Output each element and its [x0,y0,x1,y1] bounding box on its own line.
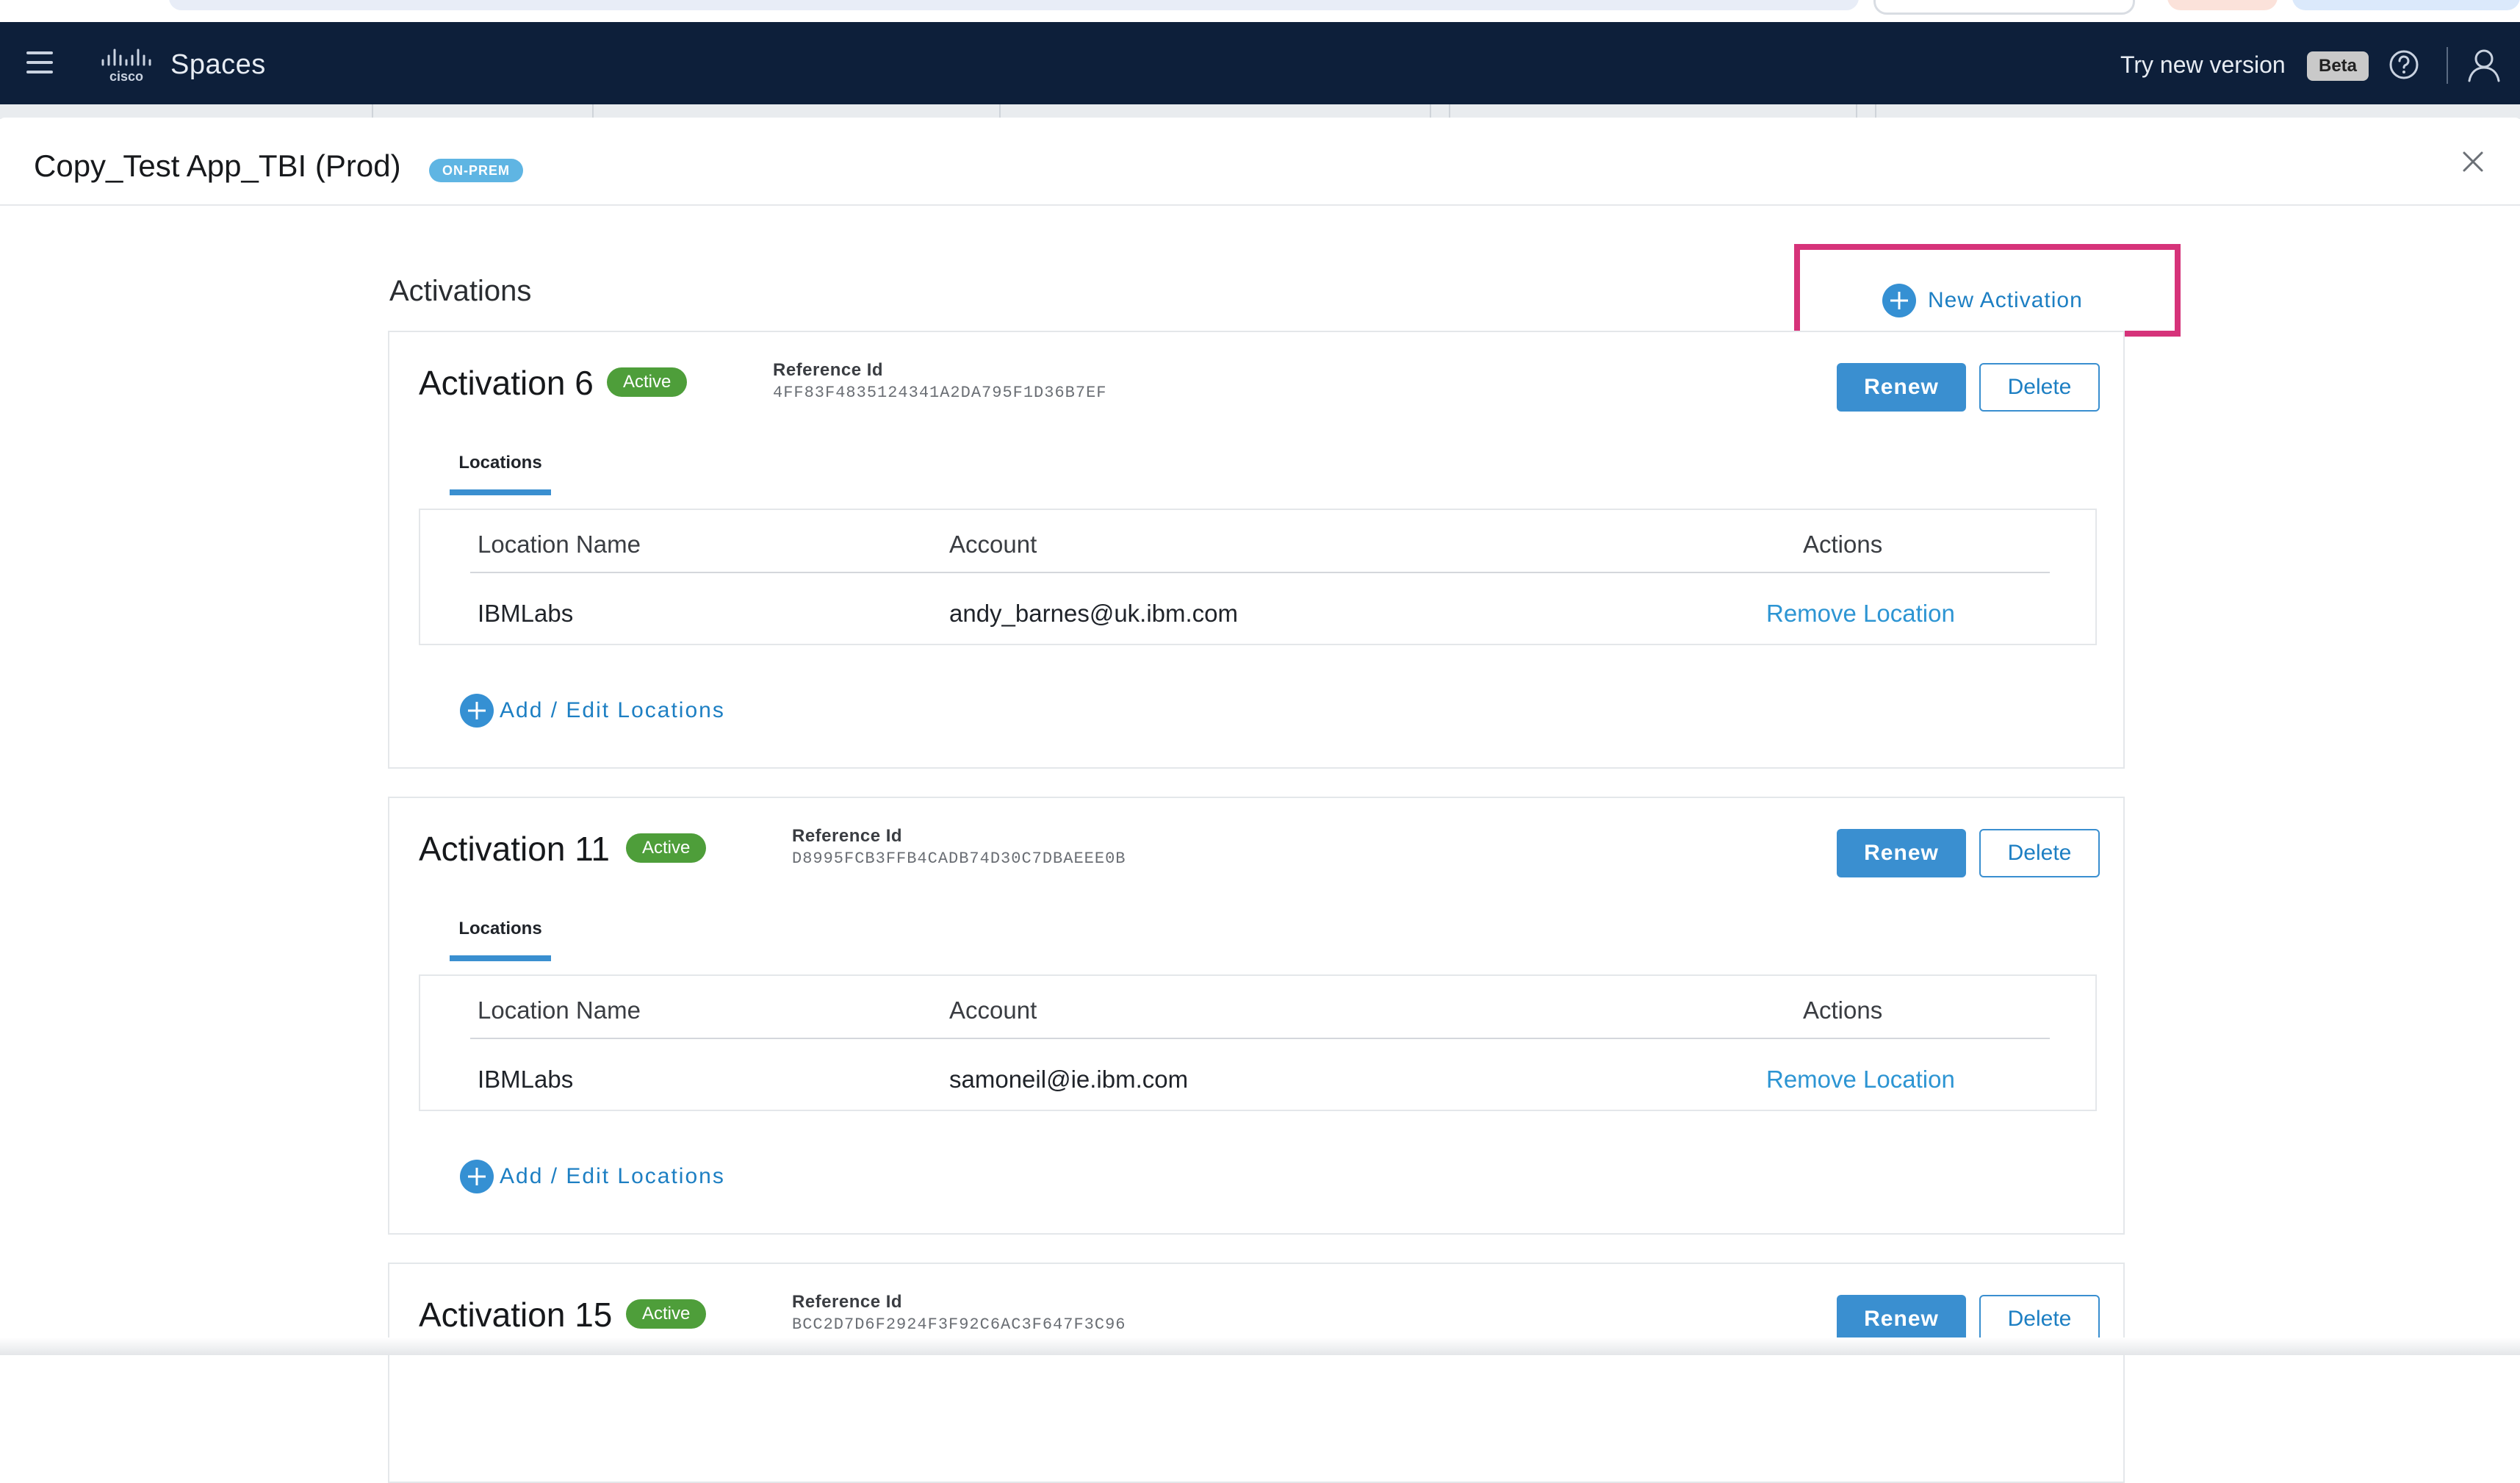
column-header-actions: Actions [1803,531,1883,558]
activation-card: Activation 6 Active Reference Id 4FF83F4… [388,331,2125,769]
on-prem-badge: ON-PREM [429,159,523,182]
new-activation-button[interactable]: New Activation [1882,281,2083,320]
column-header-account: Account [949,531,1037,558]
header-divider [2447,47,2448,84]
product-name: Spaces [170,49,266,80]
plus-circle-icon [460,1160,494,1193]
app-header: cisco Spaces Try new version Beta [0,22,2520,104]
plus-circle-icon [460,694,494,728]
locations-table: Location Name Account Actions IBMLabs sa… [419,974,2097,1111]
column-header-actions: Actions [1803,997,1883,1024]
reference-id-value: 4FF83F4835124341A2DA795F1D36B7EF [773,384,1107,402]
modal-header-divider [0,204,2520,206]
add-edit-locations-button[interactable]: Add / Edit Locations [460,691,725,730]
account-cell: samoneil@ie.ibm.com [949,1066,1189,1093]
browser-extension-button[interactable] [2292,0,2520,10]
tab-active-indicator [450,489,551,495]
tab-locations[interactable]: Locations [450,448,551,495]
column-header-account: Account [949,997,1037,1024]
remove-location-link[interactable]: Remove Location [1766,595,1955,632]
reference-id-label: Reference Id [773,360,884,380]
location-name-cell: IBMLabs [478,600,574,627]
delete-button[interactable]: Delete [1979,829,2100,877]
activation-title: Activation 11 [419,830,610,868]
close-icon[interactable] [2458,147,2488,176]
hamburger-menu-icon[interactable] [26,51,53,73]
user-icon[interactable] [2466,46,2502,84]
modal-title: Copy_Test App_TBI (Prod) [34,148,401,183]
table-header-divider [470,1038,2050,1039]
activation-card: Activation 11 Active Reference Id D8995F… [388,797,2125,1235]
try-new-version-link[interactable]: Try new version [2120,44,2286,85]
browser-toolbar-remnant [0,0,2520,22]
delete-button[interactable]: Delete [1979,363,2100,412]
activations-section-title: Activations [389,275,532,307]
svg-text:cisco: cisco [109,69,143,84]
remove-location-link[interactable]: Remove Location [1766,1061,1955,1098]
tab-active-indicator [450,955,551,961]
browser-button[interactable] [1873,0,2135,15]
renew-button[interactable]: Renew [1837,1295,1966,1343]
tab-locations-label: Locations [458,453,542,473]
activation-card: Activation 15 Active Reference Id BCC2D7… [388,1263,2125,1483]
plus-circle-icon [1882,284,1916,317]
column-header-location-name: Location Name [478,997,641,1024]
renew-button[interactable]: Renew [1837,829,1966,877]
reference-id-value: BCC2D7D6F2924F3F92C6AC3F647F3C96 [792,1315,1126,1334]
reference-id-label: Reference Id [792,826,903,846]
add-edit-locations-label: Add / Edit Locations [500,1164,725,1188]
reference-id-label: Reference Id [792,1292,903,1312]
new-activation-label: New Activation [1928,288,2083,312]
renew-button[interactable]: Renew [1837,363,1966,412]
status-badge: Active [626,833,707,863]
add-edit-locations-label: Add / Edit Locations [500,698,725,722]
app-detail-modal: Copy_Test App_TBI (Prod) ON-PREM Activat… [0,118,2520,1483]
beta-badge: Beta [2307,51,2369,81]
reference-id-value: D8995FCB3FFB4CADB74D30C7DBAEEE0B [792,850,1126,868]
window-bottom-edge [0,1337,2520,1355]
status-badge: Active [607,367,688,397]
help-icon[interactable] [2388,49,2420,81]
table-header-divider [470,572,2050,573]
address-bar[interactable] [169,0,1859,10]
activation-title: Activation 6 [419,364,594,402]
browser-profile-button[interactable] [2167,0,2278,10]
tab-locations-label: Locations [458,919,542,938]
add-edit-locations-button[interactable]: Add / Edit Locations [460,1157,725,1196]
location-name-cell: IBMLabs [478,1066,574,1093]
background-page-peek [0,104,2520,119]
account-cell: andy_barnes@uk.ibm.com [949,600,1239,627]
status-badge: Active [626,1299,707,1329]
locations-table: Location Name Account Actions IBMLabs an… [419,509,2097,645]
column-header-location-name: Location Name [478,531,641,558]
delete-button[interactable]: Delete [1979,1295,2100,1343]
activation-title: Activation 15 [419,1296,613,1334]
tab-locations[interactable]: Locations [450,914,551,961]
cisco-logo: cisco [101,49,151,84]
